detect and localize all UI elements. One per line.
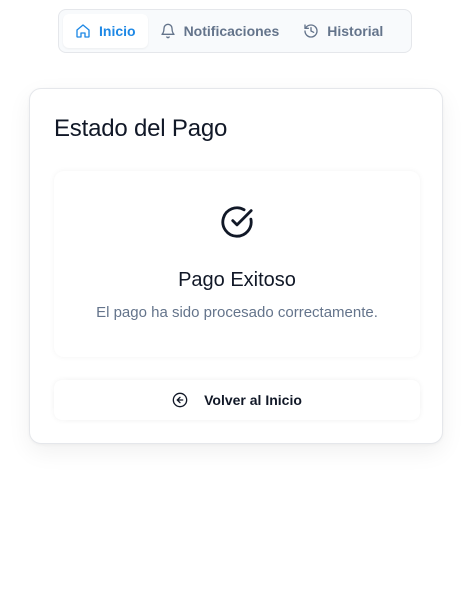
check-circle-icon (220, 205, 254, 239)
tab-inicio-label: Inicio (99, 23, 136, 39)
status-title: Pago Exitoso (178, 269, 296, 291)
tab-inicio[interactable]: Inicio (63, 14, 148, 48)
bell-icon (160, 23, 176, 39)
tab-historial-label: Historial (327, 23, 384, 39)
home-icon (75, 23, 91, 39)
tab-historial[interactable]: Historial (291, 14, 395, 48)
top-navigation: Inicio Notificaciones Historial (58, 9, 412, 53)
arrow-left-circle-icon (172, 392, 188, 408)
tab-notificaciones[interactable]: Notificaciones (148, 14, 292, 48)
back-to-home-label: Volver al Inicio (204, 392, 302, 408)
payment-status-card: Estado del Pago Pago Exitoso El pago ha … (29, 88, 443, 444)
back-to-home-button[interactable]: Volver al Inicio (54, 380, 420, 420)
status-panel: Pago Exitoso El pago ha sido procesado c… (54, 171, 420, 357)
card-title: Estado del Pago (54, 115, 228, 142)
status-message: El pago ha sido procesado correctamente. (96, 304, 378, 321)
tab-notificaciones-label: Notificaciones (183, 23, 280, 39)
history-icon (303, 23, 319, 39)
